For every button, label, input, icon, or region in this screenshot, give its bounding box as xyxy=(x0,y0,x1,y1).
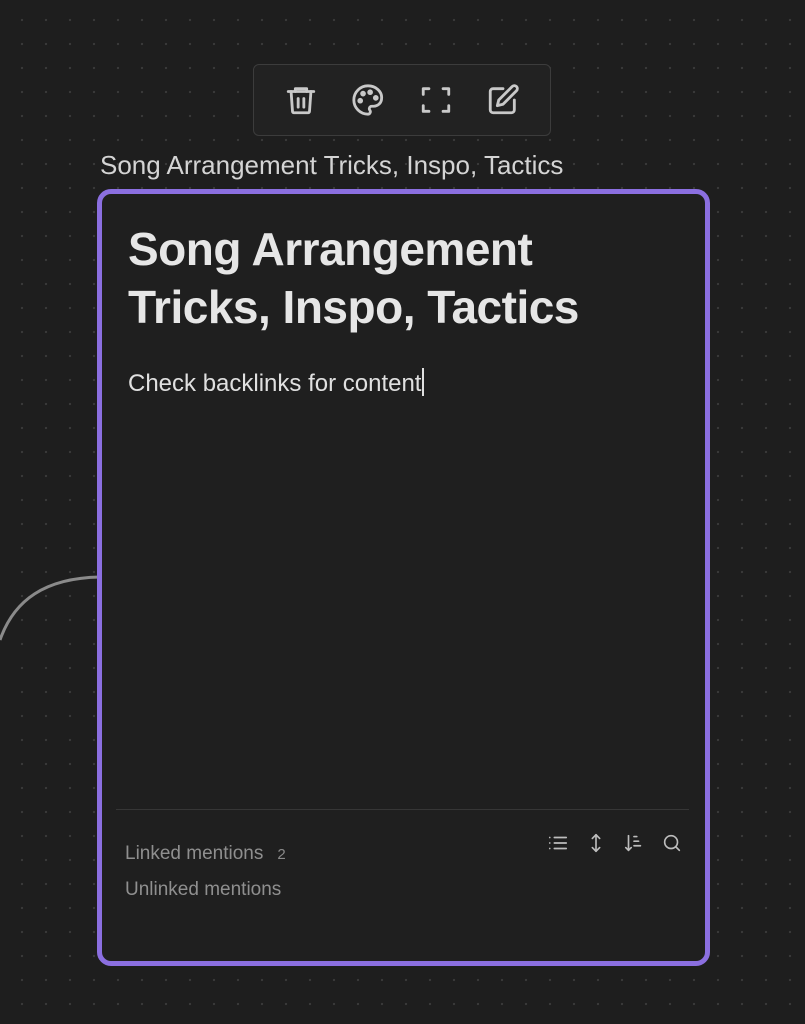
node-toolbar xyxy=(253,64,551,136)
note-body-text: Check backlinks for content xyxy=(128,370,422,397)
node-label[interactable]: Song Arrangement Tricks, Inspo, Tactics xyxy=(100,150,563,181)
fullscreen-icon xyxy=(421,87,450,113)
note-title: Song Arrangement Tricks, Inspo, Tactics xyxy=(128,223,579,333)
palette-icon xyxy=(352,84,384,116)
list-icon xyxy=(548,836,568,850)
color-button[interactable] xyxy=(342,74,394,126)
trash-icon xyxy=(287,87,316,115)
note-body-editor[interactable]: Check backlinks for content xyxy=(128,368,425,398)
backlinks-toolbar xyxy=(543,828,687,858)
linked-mentions-label: Linked mentions xyxy=(125,843,264,864)
linked-mentions-header[interactable]: Linked mentions 2 xyxy=(125,836,286,872)
text-cursor xyxy=(422,368,425,396)
edit-icon xyxy=(488,84,519,115)
edit-button[interactable] xyxy=(477,74,529,126)
unlinked-mentions-header[interactable]: Unlinked mentions xyxy=(125,872,286,908)
delete-button[interactable] xyxy=(275,74,327,126)
note-card[interactable]: Song Arrangement Tricks, Inspo, Tactics … xyxy=(97,189,710,966)
show-more-context-button[interactable] xyxy=(581,828,611,858)
change-sort-order-button[interactable] xyxy=(619,828,649,858)
collapse-results-button[interactable] xyxy=(543,828,573,858)
linked-mentions-count: 2 xyxy=(277,845,286,863)
zoom-to-fit-button[interactable] xyxy=(410,74,462,126)
expand-vertical-icon xyxy=(591,833,601,853)
canvas-edge[interactable] xyxy=(0,560,110,660)
search-icon xyxy=(663,834,681,852)
sort-icon xyxy=(624,834,642,852)
backlinks-divider xyxy=(116,809,689,810)
backlinks-pane: Linked mentions 2 Unlinked mentions xyxy=(125,836,286,908)
show-search-filter-button[interactable] xyxy=(657,828,687,858)
unlinked-mentions-label: Unlinked mentions xyxy=(125,879,282,900)
